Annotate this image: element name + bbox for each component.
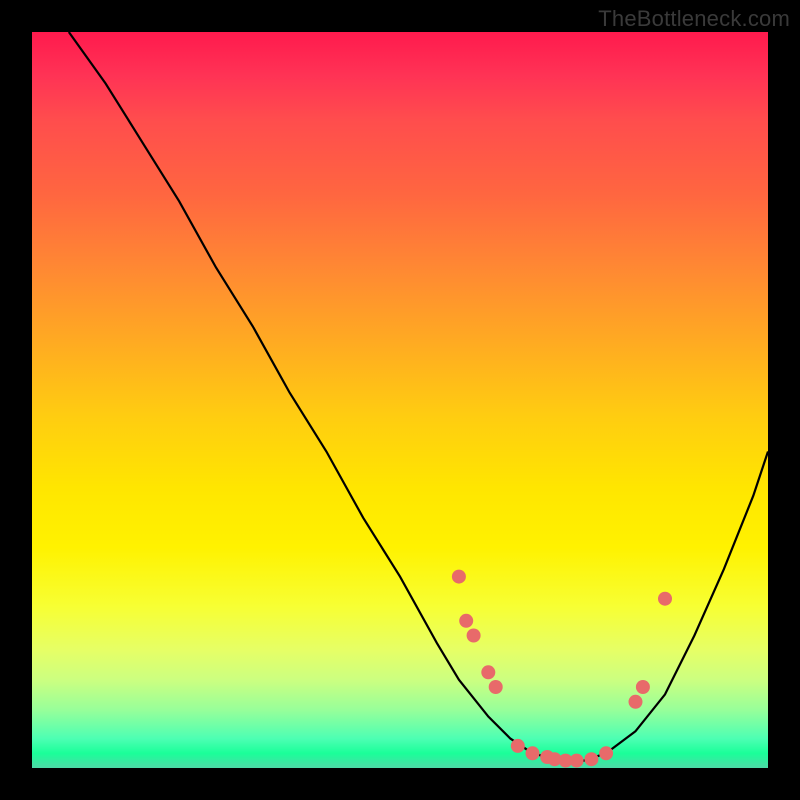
plot-area bbox=[32, 32, 768, 768]
data-point bbox=[570, 754, 584, 768]
watermark-text: TheBottleneck.com bbox=[598, 6, 790, 32]
highlight-points bbox=[452, 570, 672, 768]
data-point bbox=[511, 739, 525, 753]
data-point bbox=[489, 680, 503, 694]
chart-frame: TheBottleneck.com bbox=[0, 0, 800, 800]
data-point bbox=[584, 752, 598, 766]
data-point bbox=[526, 746, 540, 760]
data-point bbox=[459, 614, 473, 628]
bottleneck-curve bbox=[69, 32, 768, 761]
data-point bbox=[481, 665, 495, 679]
data-point bbox=[636, 680, 650, 694]
data-point bbox=[658, 592, 672, 606]
data-point bbox=[599, 746, 613, 760]
curve-svg bbox=[32, 32, 768, 768]
data-point bbox=[467, 629, 481, 643]
data-point bbox=[452, 570, 466, 584]
data-point bbox=[629, 695, 643, 709]
